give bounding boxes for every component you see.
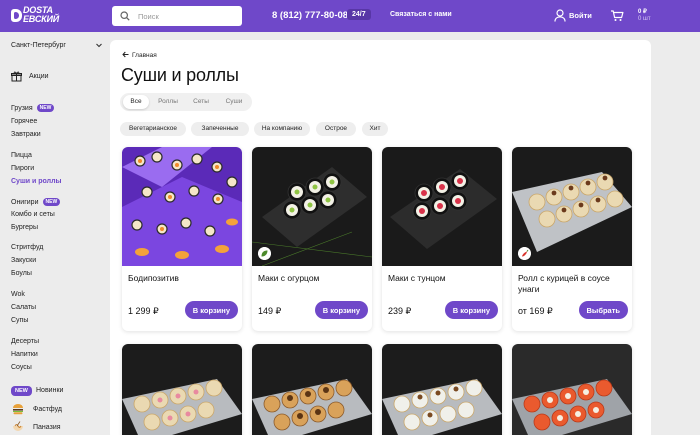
contact-link[interactable]: Связаться с нами bbox=[390, 11, 452, 18]
product-image bbox=[252, 147, 372, 266]
tab-sushi[interactable]: Суши bbox=[219, 95, 249, 109]
product-price: 1 299 ₽ bbox=[128, 306, 159, 316]
sidebar-item-soups[interactable]: Супы bbox=[11, 317, 28, 324]
product-price: от 169 ₽ bbox=[518, 306, 553, 316]
gift-icon bbox=[11, 71, 22, 82]
choose-option-button[interactable]: Выбрать bbox=[578, 301, 628, 319]
catalog-panel: Главная Суши и роллы Все Роллы Сеты Суши… bbox=[110, 40, 651, 435]
product-image bbox=[382, 344, 502, 435]
tab-rolls[interactable]: Роллы bbox=[153, 95, 183, 109]
add-to-cart-button[interactable]: В корзину bbox=[184, 301, 238, 319]
sidebar-item-desserts[interactable]: Десерты bbox=[11, 338, 39, 345]
noodles-icon bbox=[13, 421, 23, 431]
product-price: 239 ₽ bbox=[388, 306, 412, 316]
sidebar-item-snacks[interactable]: Закуски bbox=[11, 257, 36, 264]
filter-chip-spicy[interactable]: Острое bbox=[316, 122, 356, 136]
sidebar-item-streetfood[interactable]: Стритфуд bbox=[11, 244, 43, 251]
sidebar-item-burgers[interactable]: Бургеры bbox=[11, 224, 38, 231]
sidebar-item-sushi[interactable]: Суши и роллы bbox=[11, 178, 62, 185]
search-box[interactable] bbox=[112, 6, 242, 26]
arrow-left-icon bbox=[122, 51, 129, 58]
filter-chip-vegetarian[interactable]: Вегетарианское bbox=[120, 122, 186, 136]
logo-mark-icon bbox=[11, 9, 22, 22]
category-tabs: Все Роллы Сеты Суши bbox=[120, 93, 252, 111]
logo-line-2: EВСКИЙ bbox=[23, 14, 60, 24]
category-sidebar: Санкт-Петербург Акции Грузия NEW Горячее … bbox=[0, 32, 110, 435]
chevron-down-icon[interactable] bbox=[95, 41, 103, 49]
sidebar-item-label: Онигири bbox=[11, 199, 39, 206]
back-link[interactable]: Главная bbox=[122, 51, 157, 59]
cart-count: 0 шт bbox=[638, 16, 651, 22]
filter-chip-baked[interactable]: Запеченные bbox=[191, 122, 249, 136]
sidebar-item-panasia[interactable]: Паназия bbox=[33, 424, 61, 431]
sidebar-item-promo[interactable]: Акции bbox=[29, 73, 49, 80]
back-label: Главная bbox=[132, 52, 157, 59]
product-image bbox=[512, 147, 632, 266]
sidebar-item-onigiri[interactable]: Онигири NEW bbox=[11, 198, 61, 206]
tab-sets[interactable]: Сеты bbox=[187, 95, 215, 109]
product-card[interactable] bbox=[512, 344, 632, 435]
product-image bbox=[122, 147, 242, 266]
product-image bbox=[512, 344, 632, 435]
sidebar-item-pizza[interactable]: Пицца bbox=[11, 152, 32, 159]
filter-chip-company[interactable]: На компанию bbox=[254, 122, 310, 136]
search-icon bbox=[120, 11, 130, 21]
add-to-cart-button[interactable]: В корзину bbox=[314, 301, 368, 319]
hours-badge: 24/7 bbox=[347, 9, 371, 20]
product-card[interactable] bbox=[252, 344, 372, 435]
add-to-cart-button[interactable]: В корзину bbox=[444, 301, 498, 319]
phone-number[interactable]: 8 (812) 777-80-08 bbox=[272, 10, 348, 21]
tab-all[interactable]: Все bbox=[123, 95, 149, 109]
filter-chip-hit[interactable]: Хит bbox=[362, 122, 388, 136]
product-image bbox=[252, 344, 372, 435]
product-name: Маки с тунцом bbox=[388, 273, 446, 283]
product-card[interactable]: Маки с огурцом 149 ₽ В корзину bbox=[252, 147, 372, 331]
sidebar-item-sauces[interactable]: Соусы bbox=[11, 364, 32, 371]
burger-icon bbox=[13, 404, 23, 415]
sidebar-item-salads[interactable]: Салаты bbox=[11, 304, 36, 311]
sidebar-item-label: Грузия bbox=[11, 105, 33, 112]
product-card[interactable]: Ролл с курицей в соусе унаги от 169 ₽ Вы… bbox=[512, 147, 632, 331]
sidebar-item-fastfood[interactable]: Фастфуд bbox=[33, 406, 62, 413]
product-name: Ролл с курицей в соусе унаги bbox=[518, 273, 610, 294]
user-icon bbox=[554, 9, 566, 22]
page-title: Суши и роллы bbox=[121, 65, 239, 85]
sidebar-item-new[interactable]: Новинки bbox=[36, 387, 63, 394]
product-card[interactable]: Бодипозитив 1 299 ₽ В корзину bbox=[122, 147, 242, 331]
product-image bbox=[122, 344, 242, 435]
city-selector[interactable]: Санкт-Петербург bbox=[11, 42, 66, 49]
product-price: 149 ₽ bbox=[258, 306, 282, 316]
top-bar: DOSTA EВСКИЙ 8 (812) 777-80-08 24/7 Связ… bbox=[0, 0, 700, 32]
login-label: Войти bbox=[569, 11, 592, 20]
product-card[interactable]: Маки с тунцом 239 ₽ В корзину bbox=[382, 147, 502, 331]
sidebar-item-pies[interactable]: Пироги bbox=[11, 165, 34, 172]
sidebar-item-hot[interactable]: Горячее bbox=[11, 118, 37, 125]
sidebar-item-wok[interactable]: Wok bbox=[11, 291, 25, 298]
product-name: Маки с огурцом bbox=[258, 273, 320, 283]
sidebar-item-georgia[interactable]: Грузия NEW bbox=[11, 104, 55, 112]
new-badge: NEW bbox=[42, 198, 61, 206]
sidebar-item-combo[interactable]: Комбо и сеты bbox=[11, 211, 55, 218]
product-card[interactable] bbox=[122, 344, 242, 435]
new-badge: NEW bbox=[11, 386, 32, 396]
product-card[interactable] bbox=[382, 344, 502, 435]
leaf-icon bbox=[258, 247, 271, 260]
sidebar-item-drinks[interactable]: Напитки bbox=[11, 351, 38, 358]
logo[interactable]: DOSTA EВСКИЙ bbox=[11, 6, 63, 26]
product-name: Бодипозитив bbox=[128, 273, 179, 283]
chili-icon bbox=[518, 247, 531, 260]
sidebar-item-breakfast[interactable]: Завтраки bbox=[11, 131, 41, 138]
sidebar-item-bowls[interactable]: Боулы bbox=[11, 270, 32, 277]
search-input[interactable] bbox=[138, 9, 234, 23]
cart-icon[interactable] bbox=[610, 9, 624, 22]
product-image bbox=[382, 147, 502, 266]
new-badge: NEW bbox=[36, 104, 55, 112]
cart-price[interactable]: 0 ₽ bbox=[638, 8, 647, 15]
